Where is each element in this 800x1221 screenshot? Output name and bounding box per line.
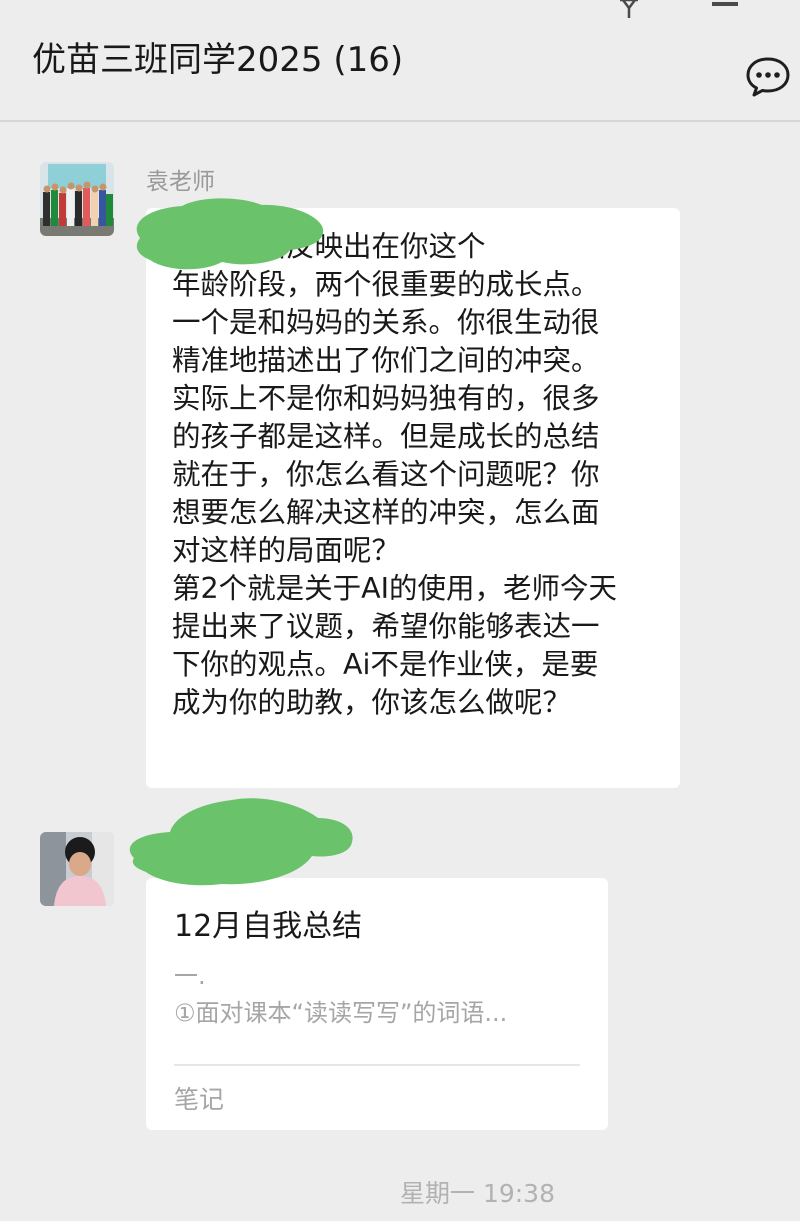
sender-name: 袁老师 [146, 169, 215, 195]
card-divider [174, 1064, 580, 1066]
redaction-mark [129, 798, 353, 886]
message-text: 你的总结反映出在你这个 年龄阶段，两个很重要的成长点。 一个是和妈妈的关系。你很… [172, 230, 618, 719]
minimize-icon[interactable] [712, 2, 738, 6]
note-card[interactable]: 12月自我总结 一. ①面对课本“读读写写”的词语... 笔记 [146, 878, 608, 1130]
student-avatar[interactable] [40, 832, 114, 906]
chat-header: 优苗三班同学2025 (16) [0, 0, 800, 122]
chat-title: 优苗三班同学2025 (16) [32, 40, 404, 80]
more-chat-icon[interactable] [744, 56, 792, 98]
teacher-avatar[interactable] [40, 162, 114, 236]
note-title: 12月自我总结 [174, 909, 363, 944]
pin-icon[interactable] [614, 0, 644, 20]
note-preview-line: ①面对课本“读读写写”的词语... [174, 999, 508, 1027]
timestamp: 星期一 19:38 [400, 1179, 555, 1208]
student-photo-icon [40, 832, 114, 906]
group-photo-icon [40, 162, 114, 236]
message-bubble[interactable]: 你的总结反映出在你这个 年龄阶段，两个很重要的成长点。 一个是和妈妈的关系。你很… [146, 208, 680, 788]
note-preview-line: 一. [174, 962, 206, 990]
note-label: 笔记 [174, 1085, 225, 1114]
